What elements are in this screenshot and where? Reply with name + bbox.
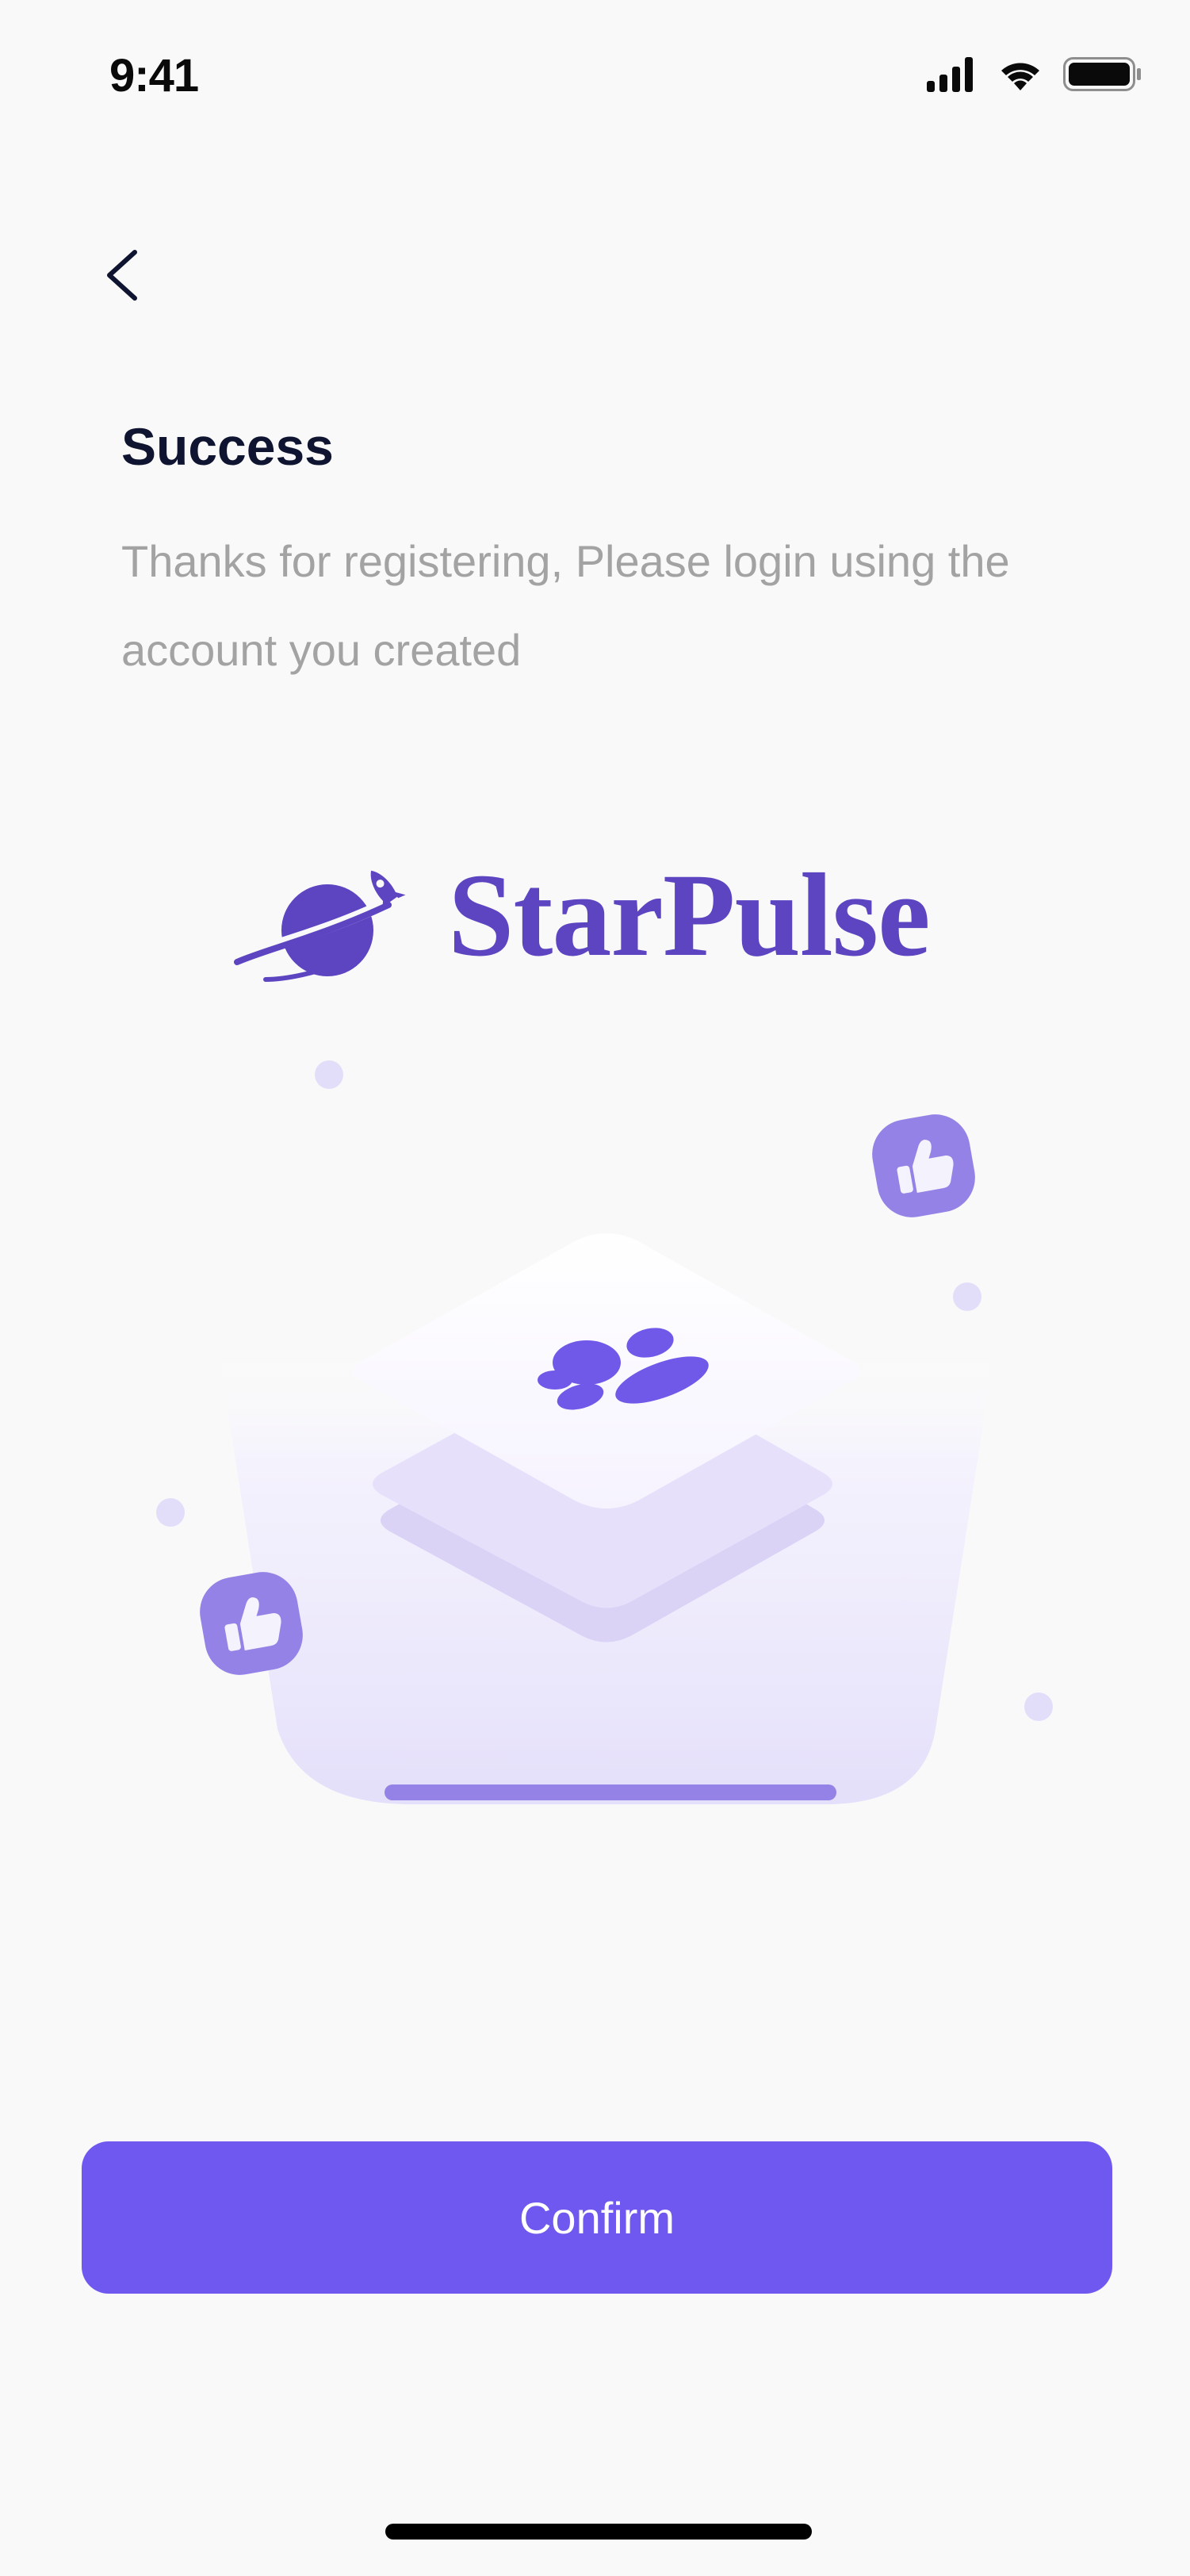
- confirm-label: Confirm: [518, 2192, 675, 2243]
- chevron-left-icon: [107, 250, 137, 301]
- decor-dot: [315, 1060, 343, 1089]
- signal-icon: [927, 57, 973, 92]
- page-title: Success: [121, 417, 334, 476]
- status-time: 9:41: [109, 50, 199, 102]
- page-subtitle: Thanks for registering, Please login usi…: [121, 536, 1010, 675]
- decor-dot: [156, 1498, 185, 1527]
- thumbs-up-badge: [872, 1114, 975, 1217]
- decor-dot: [1024, 1692, 1053, 1721]
- planet-rocket-icon: [234, 870, 406, 982]
- battery-icon: [1063, 57, 1141, 91]
- brand-name: StarPulse: [448, 849, 931, 981]
- wifi-icon: [1001, 63, 1039, 90]
- tray-bar: [385, 1784, 836, 1800]
- decor-dot: [953, 1282, 981, 1311]
- home-indicator: [385, 2524, 812, 2540]
- confirm-button[interactable]: Confirm: [82, 2141, 1112, 2294]
- status-icons: [927, 57, 1141, 92]
- back-button[interactable]: [94, 238, 157, 309]
- success-illustration: [156, 1060, 1053, 1804]
